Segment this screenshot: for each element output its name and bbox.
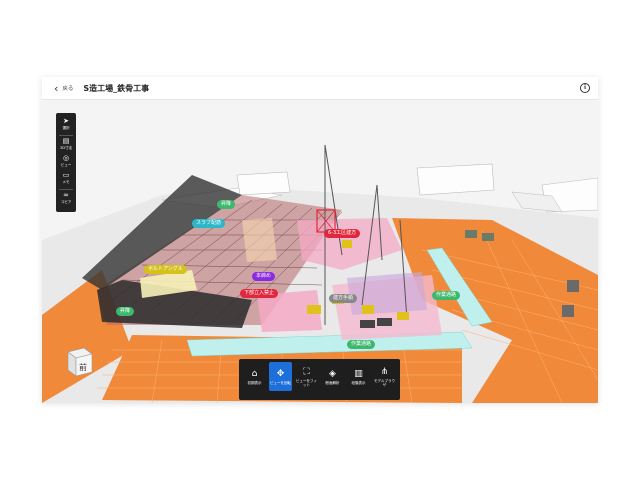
toolbar-divider xyxy=(59,135,73,136)
label-hoisting-left[interactable]: 昇降 xyxy=(116,307,135,316)
initial-view-label: 初期表示 xyxy=(247,380,262,385)
cursor-icon: ➤ xyxy=(63,117,69,125)
stage-display-button[interactable]: ▥ 段階表示 xyxy=(347,362,370,391)
initial-view-button[interactable]: ⌂ 初期表示 xyxy=(243,362,266,391)
label-work-passage-bottom[interactable]: 作業通路 xyxy=(347,340,376,349)
fit-view-label: ビューをフィット xyxy=(296,378,317,387)
left-toolbar: ➤ 選択 ▤ 3D寸法 ◎ ビュー ▭ メモ ∞ コピア xyxy=(56,113,76,212)
fit-view-button[interactable]: ⛶ ビューをフィット xyxy=(295,362,318,391)
info-icon[interactable]: i xyxy=(580,83,590,93)
tool-memo[interactable]: ▭ メモ xyxy=(56,172,76,185)
home-icon: ⌂ xyxy=(251,368,258,379)
page-title: S造工場_鉄骨工事 xyxy=(83,83,150,93)
tool-select[interactable]: ➤ 選択 xyxy=(56,118,76,131)
tool-view-label: ビュー xyxy=(60,163,72,167)
label-erection-zone[interactable]: 6-3工区建方 xyxy=(324,229,361,238)
toolbar-divider xyxy=(59,189,73,190)
label-no-entry-below[interactable]: 下部立入禁止 xyxy=(240,289,279,298)
header-bar: ‹ 戻る S造工場_鉄骨工事 i xyxy=(42,77,598,100)
memo-icon: ▭ xyxy=(62,171,70,179)
section-analysis-button[interactable]: ◈ 断面解析 xyxy=(321,362,344,391)
label-final-tightening[interactable]: 本締め xyxy=(252,272,276,281)
tool-3d-dimension-label: 3D寸法 xyxy=(60,146,72,150)
tool-select-label: 選択 xyxy=(62,126,70,130)
bottom-toolbar: ⌂ 初期表示 ✥ ビューを回転 ⛶ ビューをフィット ◈ 断面解析 ▥ 段階表示… xyxy=(239,359,400,400)
label-hoisting-top[interactable]: 昇降 xyxy=(217,200,236,209)
label-bolt-angle[interactable]: ボルトアングル xyxy=(144,265,187,274)
stage-display-label: 段階表示 xyxy=(351,380,366,385)
rotate-icon: ✥ xyxy=(276,368,285,379)
chevron-left-icon: ‹ xyxy=(54,81,59,95)
3d-viewport[interactable]: 昇降 スラブ配筋 6-3工区建方 ボルトアングル 本締め 下部立入禁止 昇降 建… xyxy=(42,100,598,403)
fit-icon: ⛶ xyxy=(303,366,310,377)
label-work-passage-right[interactable]: 作業通路 xyxy=(432,291,461,300)
app-window: ‹ 戻る S造工場_鉄骨工事 i 昇降 スラブ配筋 6-3工区建方 ボルトアング… xyxy=(42,77,598,403)
rotate-view-button[interactable]: ✥ ビューを回転 xyxy=(269,362,292,391)
back-label: 戻る xyxy=(62,86,74,92)
stage-icon: ▥ xyxy=(354,368,363,379)
label-erection-order[interactable]: 建方手順 xyxy=(329,294,358,303)
label-slab-joint[interactable]: スラブ配筋 xyxy=(192,219,226,228)
back-button[interactable]: ‹ 戻る xyxy=(54,83,73,94)
tool-memo-label: メモ xyxy=(62,180,70,184)
nav-cube-front-label: 前 xyxy=(79,363,87,372)
section-analysis-label: 断面解析 xyxy=(325,380,340,385)
model-browser-label: モデルブラウザ xyxy=(374,378,395,387)
ruler-icon: ▤ xyxy=(62,137,70,145)
tree-icon: ⋔ xyxy=(380,366,389,377)
tool-copy-link[interactable]: ∞ コピア xyxy=(56,192,76,205)
rotate-view-label: ビューを回転 xyxy=(270,380,291,385)
tool-3d-dimension[interactable]: ▤ 3D寸法 xyxy=(56,138,76,151)
view-icon: ◎ xyxy=(62,154,70,162)
tool-view[interactable]: ◎ ビュー xyxy=(56,155,76,168)
tool-copy-link-label: コピア xyxy=(60,200,72,204)
3d-scene xyxy=(42,100,598,403)
section-icon: ◈ xyxy=(329,368,336,379)
link-icon: ∞ xyxy=(63,191,69,199)
model-browser-button[interactable]: ⋔ モデルブラウザ xyxy=(373,362,396,391)
